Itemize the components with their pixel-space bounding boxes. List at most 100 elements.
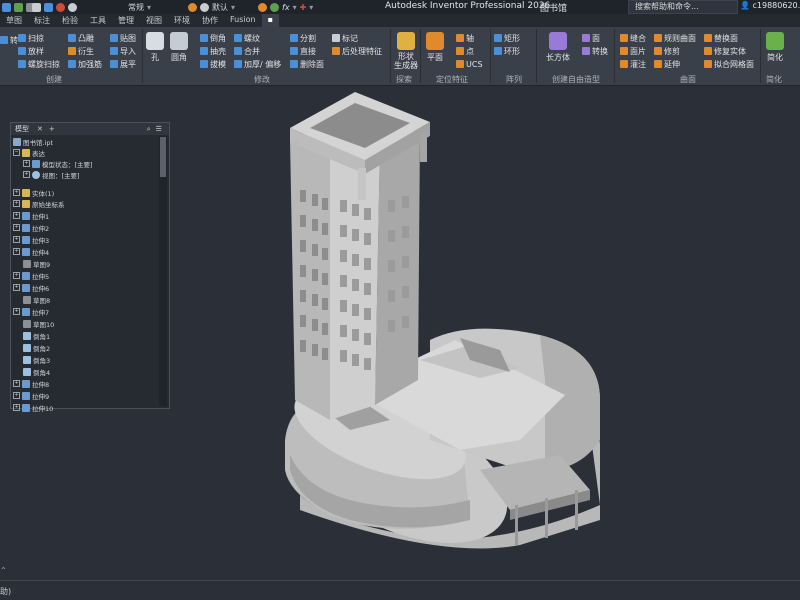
color-icon[interactable] bbox=[258, 2, 267, 12]
tree-item[interactable]: + 实体(1) bbox=[13, 187, 54, 198]
hole-button[interactable]: 孔 bbox=[146, 32, 164, 63]
derive-button[interactable]: 衍生 bbox=[68, 46, 94, 56]
box-button[interactable]: 长方体 bbox=[546, 32, 570, 63]
chamfer-button[interactable]: 倒角 bbox=[200, 33, 226, 43]
tree-item[interactable]: 草图9 bbox=[23, 258, 50, 269]
ucs-button[interactable]: UCS bbox=[456, 59, 483, 69]
tree-item[interactable]: + 拉伸6 bbox=[13, 282, 49, 293]
axis-button[interactable]: 轴 bbox=[456, 33, 474, 43]
tab-view[interactable]: 视图 bbox=[140, 14, 168, 27]
trim-button[interactable]: 修剪 bbox=[654, 46, 680, 56]
tree-item[interactable]: + 拉伸3 bbox=[13, 234, 49, 245]
browser-tab-model[interactable]: 模型 bbox=[11, 124, 33, 134]
browser-scroll-thumb[interactable] bbox=[160, 137, 166, 177]
loft-button[interactable]: 放样 bbox=[18, 46, 44, 56]
tree-item[interactable]: + 拉伸7 bbox=[13, 306, 49, 317]
direct-button[interactable]: 直接 bbox=[290, 46, 316, 56]
tree-item[interactable]: + 模型状态：[主要] bbox=[23, 158, 93, 169]
rect-pattern-button[interactable]: 矩形 bbox=[494, 33, 520, 43]
sculpt-button[interactable]: 灌注 bbox=[620, 59, 646, 69]
expand-icon[interactable]: ⌃ bbox=[0, 566, 10, 576]
tree-item[interactable]: + 视图：[主要] bbox=[23, 169, 80, 180]
tab-environment[interactable]: 环境 bbox=[168, 14, 196, 27]
tab-collaborate[interactable]: 协作 bbox=[196, 14, 224, 27]
decal-button[interactable]: 贴图 bbox=[110, 33, 136, 43]
group-explore-label: 探索 bbox=[396, 75, 412, 84]
open-icon[interactable] bbox=[2, 2, 11, 12]
tree-item[interactable]: 草图8 bbox=[23, 294, 50, 305]
plane-button[interactable]: 平面 bbox=[426, 32, 444, 63]
tree-item[interactable]: 倒角1 bbox=[23, 330, 50, 341]
close-icon[interactable]: ✕ bbox=[37, 125, 43, 133]
shape-generator-button[interactable]: 形状 生成器 bbox=[394, 32, 418, 70]
tree-item[interactable]: + 拉伸1 bbox=[13, 210, 49, 221]
tree-item[interactable]: + 拉伸5 bbox=[13, 270, 49, 281]
emboss-button[interactable]: 凸雕 bbox=[68, 33, 94, 43]
tab-inspect[interactable]: 检验 bbox=[56, 14, 84, 27]
chamfer-icon bbox=[23, 343, 31, 352]
thread-button[interactable]: 螺纹 bbox=[234, 33, 260, 43]
fillet-button[interactable]: 圆角 bbox=[170, 32, 188, 63]
tree-item[interactable]: + 拉伸2 bbox=[13, 222, 49, 233]
shell-button[interactable]: 抽壳 bbox=[200, 46, 226, 56]
separator bbox=[142, 29, 143, 83]
tree-item[interactable]: − 表达 bbox=[13, 147, 45, 158]
face-button[interactable]: 面 bbox=[582, 33, 600, 43]
tree-item[interactable]: + 拉伸9 bbox=[13, 390, 49, 401]
stitch-button[interactable]: 缝合 bbox=[620, 33, 646, 43]
search-icon[interactable]: ⌕ bbox=[147, 125, 151, 134]
delete-face-button[interactable]: 删除面 bbox=[290, 59, 324, 69]
unfold-button[interactable]: 展平 bbox=[110, 59, 136, 69]
point-button[interactable]: 点 bbox=[456, 46, 474, 56]
tab-sketch[interactable]: 草图 bbox=[0, 14, 28, 27]
sweep-button[interactable]: 扫掠 bbox=[18, 33, 44, 43]
coil-button[interactable]: 螺旋扫掠 bbox=[18, 59, 60, 69]
user-account[interactable]: 👤 c19880620... bbox=[740, 1, 800, 10]
menu-icon[interactable]: ☰ bbox=[156, 125, 162, 133]
extend-button[interactable]: 延伸 bbox=[654, 59, 680, 69]
replace-face-button[interactable]: 替换面 bbox=[704, 33, 738, 43]
fit-mesh-button[interactable]: 拟合网格面 bbox=[704, 59, 754, 69]
post-process-button[interactable]: 后处理特征 bbox=[332, 46, 382, 56]
tab-annotate[interactable]: 标注 bbox=[28, 14, 56, 27]
import-button[interactable]: 导入 bbox=[110, 46, 136, 56]
save-icon[interactable] bbox=[14, 2, 23, 12]
tree-item[interactable]: + 拉伸8 bbox=[13, 378, 49, 389]
style-dropdown[interactable]: 常规 ▾ bbox=[128, 1, 151, 13]
add-tab-icon[interactable]: + bbox=[49, 125, 55, 133]
tab-tools[interactable]: 工具 bbox=[84, 14, 112, 27]
search-input[interactable]: 搜索帮助和命令... bbox=[628, 0, 738, 14]
adjust-icon[interactable] bbox=[270, 2, 279, 12]
tree-item[interactable]: + 原始坐标系 bbox=[13, 198, 65, 209]
mark-button[interactable]: 标记 bbox=[332, 33, 358, 43]
repair-button[interactable]: 修复实体 bbox=[704, 46, 746, 56]
tree-item[interactable]: 倒角4 bbox=[23, 366, 50, 377]
revolve-button[interactable]: 转 bbox=[0, 35, 18, 45]
tree-item[interactable]: 倒角3 bbox=[23, 354, 50, 365]
ruled-surface-button[interactable]: 规则曲面 bbox=[654, 33, 696, 43]
combine-button[interactable]: 合并 bbox=[234, 46, 260, 56]
tree-root[interactable]: 图书馆.ipt bbox=[13, 136, 53, 147]
close-circle-icon[interactable] bbox=[68, 2, 77, 12]
add-icon[interactable]: ✚ bbox=[300, 3, 307, 12]
split-button[interactable]: 分割 bbox=[290, 33, 316, 43]
fx-icon[interactable]: fx bbox=[282, 3, 290, 12]
rib-button[interactable]: 加强筋 bbox=[68, 59, 102, 69]
new-icon[interactable] bbox=[44, 2, 53, 12]
tree-item[interactable]: + 拉伸4 bbox=[13, 246, 49, 257]
circular-pattern-button[interactable]: 环形 bbox=[494, 46, 520, 56]
tab-manage[interactable]: 管理 bbox=[112, 14, 140, 27]
draft-button[interactable]: 拔模 bbox=[200, 59, 226, 69]
tab-fusion[interactable]: Fusion bbox=[224, 14, 262, 27]
thicken-button[interactable]: 加厚/ 偏移 bbox=[234, 59, 281, 69]
convert-button[interactable]: 转换 bbox=[582, 46, 608, 56]
home-icon[interactable] bbox=[32, 2, 41, 12]
tab-more[interactable]: ▪ bbox=[261, 14, 280, 27]
material-dropdown[interactable]: 默认 ▾ bbox=[188, 1, 235, 13]
update-icon[interactable] bbox=[56, 2, 65, 12]
patch-button[interactable]: 面片 bbox=[620, 46, 646, 56]
tree-item[interactable]: 倒角2 bbox=[23, 342, 50, 353]
simplify-button[interactable]: 简化 bbox=[766, 32, 784, 63]
tree-item[interactable]: 草图10 bbox=[23, 318, 54, 329]
tree-item[interactable]: + 拉伸10 bbox=[13, 402, 53, 413]
